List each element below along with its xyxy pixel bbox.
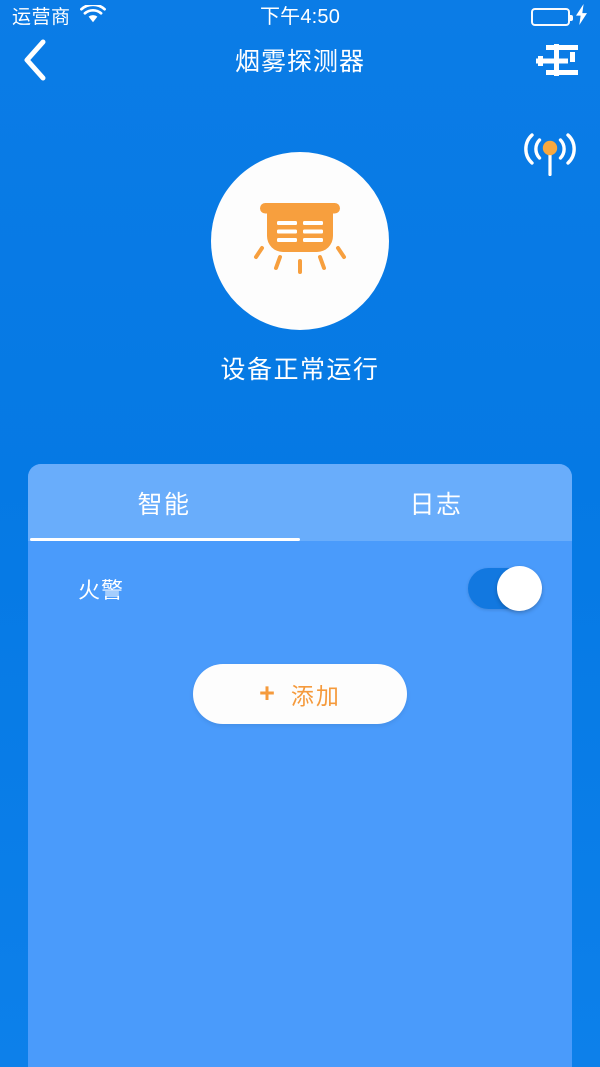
device-status-text: 设备正常运行 [220,356,380,384]
lightning-bolt-icon [575,4,588,30]
app-screen: 运营商 下午4:50 烟雾探测器 设备正常运行 智能 日志 火警 + 添加 [0,0,600,1067]
tab-bar: 智能 日志 [28,464,572,541]
nav-bar: 烟雾探测器 [0,34,600,90]
rule-label: 火警 [78,577,125,603]
automation-list: 火警 + 添加 [28,541,572,724]
active-tab-underline [30,538,300,541]
chevron-left-icon [22,39,48,86]
settings-button[interactable] [532,40,578,84]
plus-icon: + [259,677,277,708]
status-bar-left: 运营商 [12,3,260,29]
toggle-knob [497,566,542,611]
add-button-row: + 添加 [28,664,572,724]
smoke-detector-icon [252,200,348,283]
back-button[interactable] [22,39,66,86]
list-item[interactable]: 火警 [28,541,572,636]
tab-log-label: 日志 [409,490,463,519]
tab-smart-label: 智能 [137,490,191,519]
add-button[interactable]: + 添加 [193,664,407,724]
bottom-panel: 智能 日志 火警 + 添加 [28,464,572,1067]
device-hero: 设备正常运行 [0,152,600,383]
status-bar-time: 下午4:50 [259,6,341,28]
carrier-label: 运营商 [12,6,71,28]
device-button[interactable] [211,152,389,330]
status-bar-right [340,4,588,30]
add-button-label: 添加 [290,683,341,709]
page-title: 烟雾探测器 [234,47,365,76]
tab-smart[interactable]: 智能 [28,464,300,541]
status-bar: 运营商 下午4:50 [0,0,600,34]
wifi-icon [79,3,106,29]
sliders-icon [536,42,578,83]
fire-alarm-toggle[interactable] [468,566,542,611]
battery-icon [531,8,574,26]
tab-log[interactable]: 日志 [300,464,572,541]
